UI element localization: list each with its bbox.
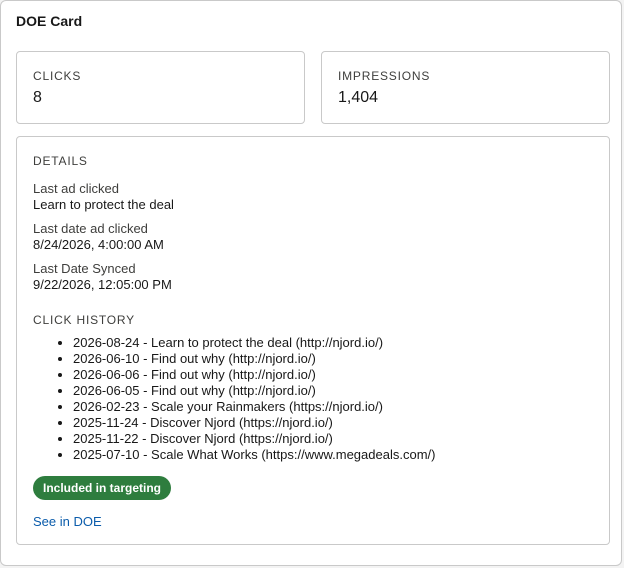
impressions-label: IMPRESSIONS bbox=[338, 69, 431, 83]
last-date-synced-value: 9/22/2026, 12:05:00 PM bbox=[33, 277, 172, 292]
clicks-label: CLICKS bbox=[33, 69, 82, 83]
list-item: 2025-11-24 - Discover Njord (https://njo… bbox=[73, 415, 435, 431]
list-item: 2025-11-22 - Discover Njord (https://njo… bbox=[73, 431, 435, 447]
details-panel: DETAILS Last ad clicked Learn to protect… bbox=[16, 136, 610, 545]
list-item: 2026-08-24 - Learn to protect the deal (… bbox=[73, 335, 435, 351]
targeting-status-badge: Included in targeting bbox=[33, 476, 172, 500]
last-ad-clicked-field: Last ad clicked Learn to protect the dea… bbox=[33, 181, 174, 213]
click-history-list: 2026-08-24 - Learn to protect the deal (… bbox=[33, 335, 435, 463]
last-date-ad-clicked-field: Last date ad clicked 8/24/2026, 4:00:00 … bbox=[33, 221, 164, 253]
click-history-heading: CLICK HISTORY bbox=[33, 313, 135, 327]
clicks-tile: CLICKS 8 bbox=[16, 51, 305, 124]
details-heading: DETAILS bbox=[33, 154, 88, 168]
last-date-ad-clicked-value: 8/24/2026, 4:00:00 AM bbox=[33, 237, 164, 252]
list-item: 2026-06-10 - Find out why (http://njord.… bbox=[73, 351, 435, 367]
list-item: 2025-07-10 - Scale What Works (https://w… bbox=[73, 447, 435, 463]
card-title: DOE Card bbox=[16, 13, 83, 29]
last-ad-clicked-value: Learn to protect the deal bbox=[33, 197, 174, 212]
list-item: 2026-02-23 - Scale your Rainmakers (http… bbox=[73, 399, 435, 415]
list-item: 2026-06-06 - Find out why (http://njord.… bbox=[73, 367, 435, 383]
last-date-synced-field: Last Date Synced 9/22/2026, 12:05:00 PM bbox=[33, 261, 172, 293]
see-in-doe-link[interactable]: See in DOE bbox=[33, 514, 102, 529]
last-ad-clicked-label: Last ad clicked bbox=[33, 181, 119, 196]
impressions-tile: IMPRESSIONS 1,404 bbox=[321, 51, 610, 124]
last-date-ad-clicked-label: Last date ad clicked bbox=[33, 221, 148, 236]
last-date-synced-label: Last Date Synced bbox=[33, 261, 136, 276]
clicks-value: 8 bbox=[33, 89, 42, 106]
doe-card: DOE Card CLICKS 8 IMPRESSIONS 1,404 DETA… bbox=[0, 0, 622, 566]
list-item: 2026-06-05 - Find out why (http://njord.… bbox=[73, 383, 435, 399]
impressions-value: 1,404 bbox=[338, 89, 379, 106]
